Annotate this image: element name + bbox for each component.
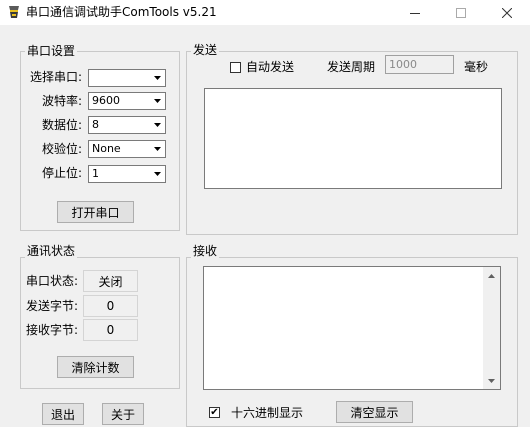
exit-button[interactable]: 退出 — [42, 403, 84, 425]
close-icon — [502, 7, 512, 18]
port-status-value: 关闭 — [83, 270, 138, 292]
auto-send-label: 自动发送 — [246, 60, 295, 74]
baud-select-value: 9600 — [92, 94, 120, 107]
about-button[interactable]: 关于 — [102, 403, 144, 425]
window-title: 串口通信调试助手ComTools v5.21 — [26, 5, 217, 19]
period-input[interactable]: 1000 — [385, 55, 454, 74]
hex-display-checkbox[interactable]: ✔ — [209, 407, 220, 418]
sent-bytes-label: 发送字节: — [26, 299, 79, 313]
recv-bytes-label: 接收字节: — [26, 323, 79, 337]
parity-label: 校验位: — [42, 142, 83, 156]
parity-select[interactable]: None — [88, 140, 166, 158]
period-label: 发送周期 — [327, 60, 376, 74]
port-label: 选择串口: — [30, 70, 83, 84]
chevron-down-icon — [150, 118, 164, 132]
hex-display-label: 十六进制显示 — [231, 406, 304, 420]
chevron-down-icon — [150, 142, 164, 156]
chevron-down-icon — [150, 167, 164, 181]
chevron-down-icon — [150, 71, 164, 85]
databits-select[interactable]: 8 — [88, 116, 166, 134]
stopbits-select-value: 1 — [92, 167, 99, 180]
receive-scrollbar[interactable] — [483, 267, 500, 389]
clear-count-button[interactable]: 清除计数 — [57, 356, 134, 378]
scroll-up-icon[interactable] — [483, 267, 500, 284]
minimize-button[interactable] — [392, 0, 438, 25]
clear-display-button[interactable]: 清空显示 — [336, 401, 413, 423]
stopbits-label: 停止位: — [42, 166, 83, 180]
open-port-button[interactable]: 打开串口 — [57, 201, 134, 223]
send-group-title: 发送 — [191, 43, 220, 57]
receive-textarea[interactable] — [203, 266, 501, 390]
databits-select-value: 8 — [92, 118, 99, 131]
databits-label: 数据位: — [42, 118, 83, 132]
port-status-label: 串口状态: — [26, 274, 79, 288]
send-textarea[interactable] — [204, 88, 502, 189]
baud-select[interactable]: 9600 — [88, 92, 166, 110]
baud-label: 波特率: — [42, 94, 83, 108]
scroll-down-icon[interactable] — [483, 372, 500, 389]
maximize-button[interactable] — [438, 0, 484, 25]
chevron-down-icon — [150, 94, 164, 108]
auto-send-checkbox[interactable] — [230, 62, 241, 73]
parity-select-value: None — [92, 142, 121, 155]
recv-bytes-value: 0 — [83, 319, 138, 341]
serial-settings-title: 串口设置 — [25, 44, 78, 58]
comm-status-title: 通讯状态 — [25, 244, 78, 258]
period-unit: 毫秒 — [464, 60, 489, 74]
sent-bytes-value: 0 — [83, 295, 138, 317]
maximize-icon — [456, 7, 466, 18]
port-select[interactable] — [88, 69, 166, 87]
receive-group-title: 接收 — [191, 244, 220, 258]
minimize-icon — [410, 12, 420, 14]
hex-display-check-mark: ✔ — [210, 406, 219, 418]
close-button[interactable] — [484, 0, 530, 25]
app-icon — [6, 4, 22, 20]
stopbits-select[interactable]: 1 — [88, 165, 166, 183]
